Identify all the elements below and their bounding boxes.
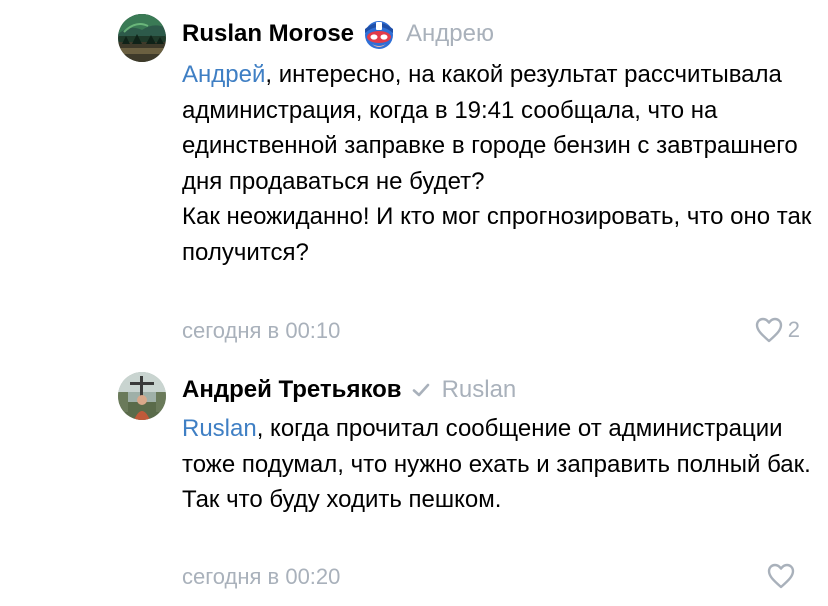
comment-timestamp[interactable]: сегодня в 00:20 — [182, 564, 340, 590]
comment-1: Ruslan Morose Андрею Андрей, интересно, … — [0, 0, 828, 360]
heart-icon — [755, 317, 782, 343]
comment-header: Ruslan Morose Андрею — [182, 16, 494, 52]
heart-icon — [767, 563, 795, 589]
superhero-mask-emoji-icon — [365, 21, 394, 49]
comment-text: Андрей, интересно, на какой результат ра… — [182, 57, 812, 270]
avatar[interactable] — [118, 14, 166, 62]
author-name[interactable]: Андрей Третьяков — [182, 376, 402, 404]
comment-header: Андрей Третьяков Ruslan — [182, 372, 516, 408]
mention-link[interactable]: Ruslan — [182, 415, 257, 442]
like-button[interactable] — [766, 562, 800, 590]
author-name[interactable]: Ruslan Morose — [182, 20, 354, 48]
reply-to-name[interactable]: Андрею — [406, 20, 494, 48]
like-count: 2 — [787, 317, 800, 342]
comment-2: Андрей Третьяков Ruslan Ruslan, когда пр… — [0, 360, 828, 606]
comment-text: Ruslan, когда прочитал сообщение от адми… — [182, 411, 812, 518]
reply-to-name[interactable]: Ruslan — [442, 376, 517, 404]
mention-link[interactable]: Андрей — [182, 61, 265, 88]
avatar[interactable] — [118, 372, 166, 420]
like-button[interactable]: 2 — [754, 316, 800, 344]
comment-timestamp[interactable]: сегодня в 00:10 — [182, 318, 340, 344]
comment-text-part: , когда прочитал сообщение от администра… — [182, 415, 811, 513]
landscape-avatar-image — [118, 14, 166, 62]
verified-check-icon — [412, 383, 429, 397]
person-avatar-image — [118, 372, 166, 420]
comment-text-part: , интересно, на какой результат рассчиты… — [182, 61, 798, 195]
comment-text-line2: Как неожиданно! И кто мог спрогнозироват… — [182, 203, 812, 266]
